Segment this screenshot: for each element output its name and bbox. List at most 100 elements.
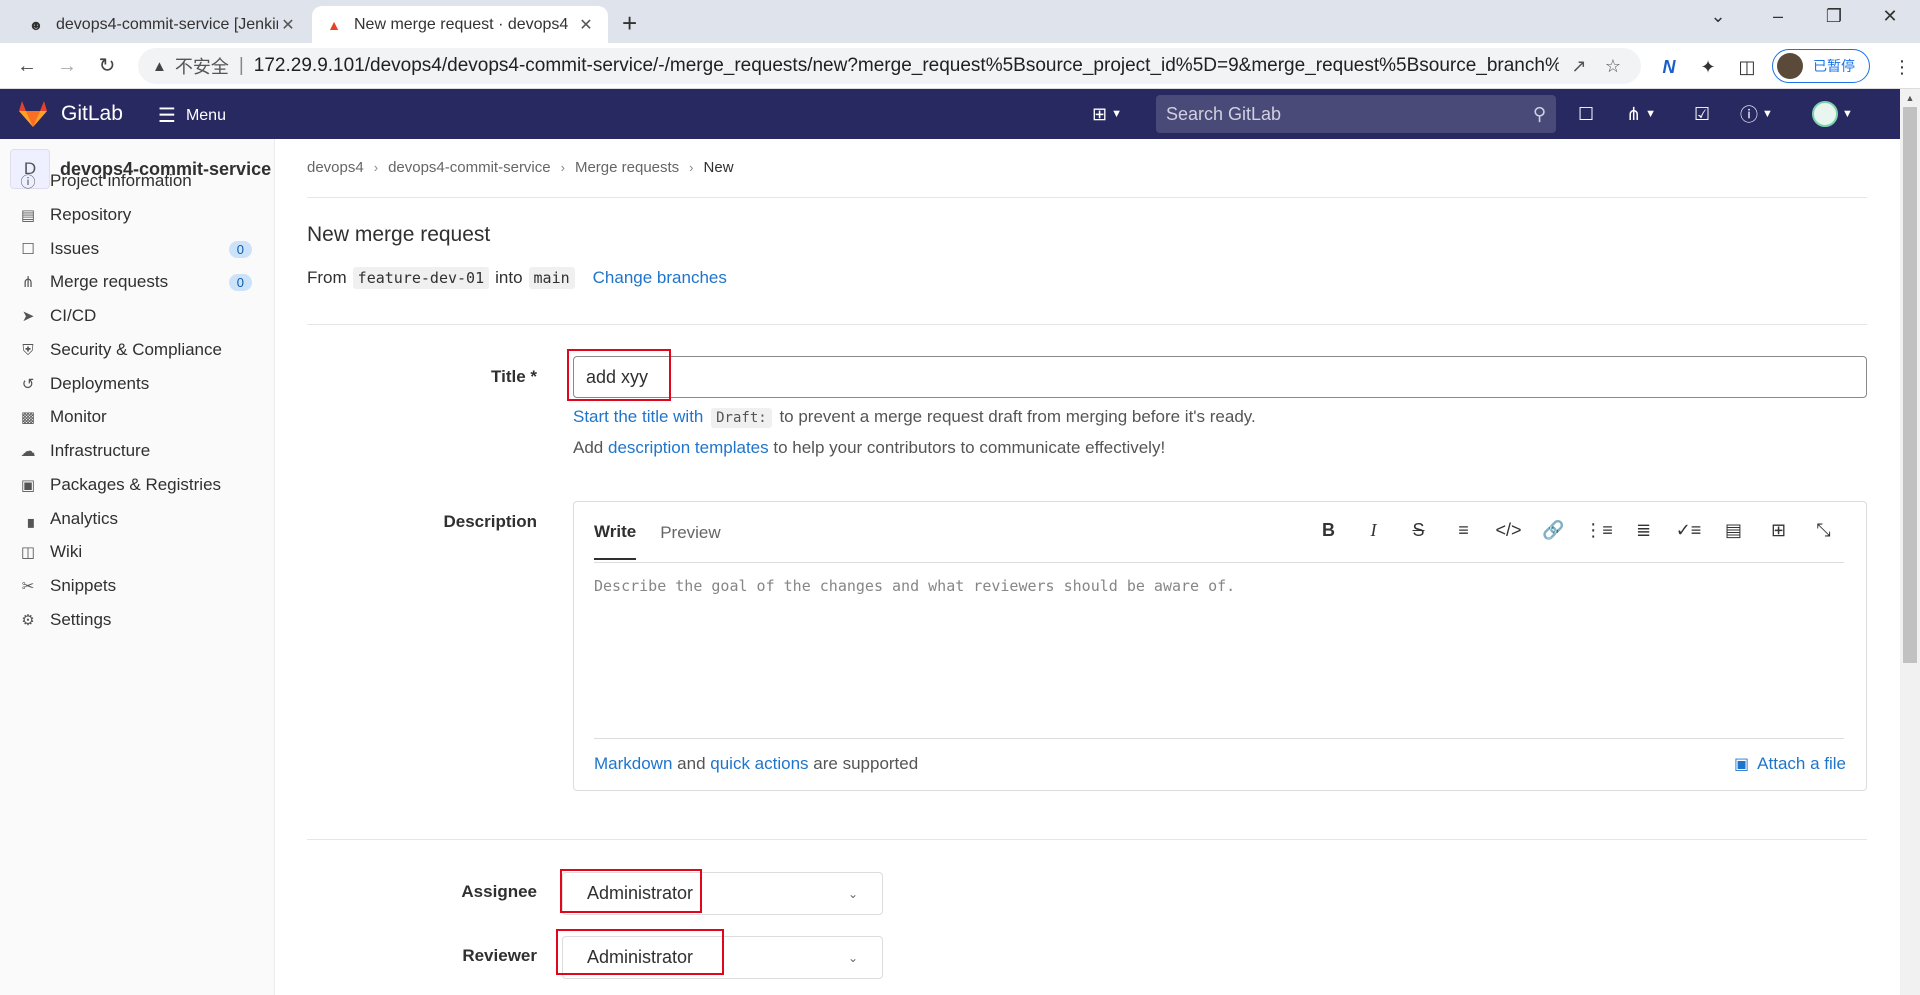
bulleted-list-icon[interactable]: ⋮≡ (1576, 520, 1621, 541)
scroll-up-icon[interactable]: ▲ (1900, 89, 1920, 107)
tab-jenkins[interactable]: ☻ devops4-commit-service [Jenkins] ✕ (14, 6, 310, 43)
restore-icon[interactable]: ❐ (1814, 6, 1854, 27)
package-icon: ▣ (20, 477, 36, 494)
tab-write[interactable]: Write (594, 504, 637, 560)
chevron-right-icon: › (689, 160, 694, 175)
project-sidebar: D devops4-commit-service ⓘ Project inform… (0, 139, 275, 995)
draft-code: Draft: (711, 408, 772, 428)
italic-icon[interactable]: I (1351, 520, 1396, 541)
highlight-box-reviewer (556, 929, 724, 975)
breadcrumb-item[interactable]: Merge requests (575, 159, 679, 176)
jenkins-icon: ☻ (28, 16, 44, 33)
window-close-icon[interactable]: ✕ (1870, 6, 1910, 27)
strikethrough-icon[interactable]: S (1396, 520, 1441, 541)
sidebar-item-monitor[interactable]: ▩ Monitor (18, 402, 258, 432)
quote-icon[interactable]: ≡ (1441, 520, 1486, 541)
sidebar-item-wiki[interactable]: ◫ Wiki (18, 537, 258, 567)
menu-button[interactable]: ☰ Menu (158, 103, 226, 128)
create-new-button[interactable]: ⊞ ▼ (1092, 101, 1122, 127)
help-button[interactable]: ⓘ ▼ (1740, 101, 1773, 127)
puzzle-extensions-icon[interactable]: ✦ (1694, 53, 1722, 81)
sidebar-item-label: Packages & Registries (50, 475, 222, 494)
todos-icon[interactable]: ☑ (1694, 101, 1710, 127)
count-badge: 0 (228, 240, 252, 258)
profile-button[interactable]: 已暂停 (1772, 49, 1870, 83)
warning-icon[interactable]: ▲ (152, 58, 167, 75)
user-menu-button[interactable]: ▼ (1812, 101, 1853, 127)
search-box[interactable]: ⚲ (1156, 95, 1556, 133)
quick-actions-link[interactable]: quick actions (710, 754, 808, 773)
rocket-icon: ➤ (21, 308, 35, 325)
url-text[interactable]: 172.29.9.101/devops4/devops4-commit-serv… (254, 55, 1559, 77)
bold-icon[interactable]: B (1306, 520, 1351, 541)
tab-preview[interactable]: Preview (660, 505, 720, 559)
code-icon[interactable]: </> (1486, 520, 1531, 541)
sidebar-item-infrastructure[interactable]: ☁ Infrastructure (18, 436, 258, 466)
sidebar-item-project-information[interactable]: ⓘ Project information (18, 166, 258, 196)
address-bar: ← → ↻ ▲ 不安全 | 172.29.9.101/devops4/devop… (0, 43, 1920, 89)
sidebar-item-deployments[interactable]: ↺ Deployments (18, 369, 258, 399)
collapsible-section-icon[interactable]: ▤ (1711, 520, 1756, 541)
sidebar-item-settings[interactable]: ⚙ Settings (18, 605, 258, 635)
gitlab-brand[interactable]: GitLab (61, 102, 123, 126)
markdown-link[interactable]: Markdown (594, 754, 672, 773)
hint-add-text: Add (573, 438, 604, 457)
task-list-icon[interactable]: ✓≡ (1666, 520, 1711, 541)
fullscreen-icon[interactable]: ⤡ (1801, 520, 1846, 541)
search-input[interactable] (1166, 103, 1533, 125)
description-templates-link[interactable]: description templates (608, 438, 769, 457)
share-icon[interactable]: ↗ (1565, 56, 1593, 77)
page-title: New merge request (307, 223, 491, 246)
sidebar-item-label: Settings (50, 610, 112, 629)
gitlab-logo-icon[interactable] (18, 100, 48, 128)
extension-n-icon[interactable]: N (1655, 53, 1683, 81)
breadcrumb-item[interactable]: devops4 (307, 159, 364, 176)
draft-hint-link[interactable]: Start the title with (573, 407, 703, 426)
link-icon[interactable]: 🔗 (1531, 520, 1576, 541)
url-omnibox[interactable]: ▲ 不安全 | 172.29.9.101/devops4/devops4-com… (138, 48, 1641, 84)
search-icon[interactable]: ⚲ (1533, 104, 1546, 125)
sidebar-item-security[interactable]: ⛨ Security & Compliance (18, 335, 258, 365)
sidebar-item-issues[interactable]: ☐ Issues 0 (18, 234, 258, 264)
attach-file-button[interactable]: ▣ Attach a file (1734, 754, 1846, 774)
sidebar-item-packages[interactable]: ▣ Packages & Registries (18, 470, 258, 500)
page-scrollbar[interactable]: ▲ (1900, 89, 1920, 995)
insecure-label: 不安全 (174, 57, 229, 77)
numbered-list-icon[interactable]: ≣ (1621, 520, 1666, 541)
markdown-toolbar: B I S ≡ </> 🔗 ⋮≡ ≣ ✓≡ ▤ ⊞ ⤡ (1306, 520, 1846, 541)
highlight-box-assignee (560, 869, 702, 913)
scroll-thumb[interactable] (1903, 107, 1917, 663)
minimize-icon[interactable]: – (1758, 6, 1798, 27)
close-icon[interactable]: ✕ (278, 15, 298, 35)
description-textarea[interactable] (594, 577, 1844, 727)
back-icon[interactable]: ← (12, 51, 42, 81)
merge-requests-top-button[interactable]: ⋔ ▼ (1626, 101, 1656, 127)
sidebar-item-snippets[interactable]: ✂ Snippets (18, 571, 258, 601)
breadcrumb-item[interactable]: devops4-commit-service (388, 159, 551, 176)
help-icon: ⓘ (1740, 105, 1758, 125)
sidebar-item-label: Infrastructure (50, 441, 151, 460)
sidebar-item-label: Monitor (50, 407, 107, 426)
change-branches-link[interactable]: Change branches (593, 268, 727, 288)
sidebar-item-repository[interactable]: ▤ Repository (18, 200, 258, 230)
close-icon[interactable]: ✕ (576, 15, 596, 35)
doc-icon: ▤ (20, 207, 36, 224)
new-tab-icon[interactable]: + (622, 8, 637, 39)
tab-search-icon[interactable]: ⌄ (1698, 6, 1738, 27)
bookmark-star-icon[interactable]: ☆ (1599, 56, 1627, 77)
tab-title: devops4-commit-service [Jenkins] (56, 15, 278, 33)
title-input[interactable] (573, 356, 1867, 398)
reload-icon[interactable]: ↻ (92, 51, 122, 81)
more-menu-icon[interactable]: ⋮ (1888, 53, 1916, 81)
sidepanel-icon[interactable]: ◫ (1733, 53, 1761, 81)
forward-icon[interactable]: → (52, 51, 82, 81)
sidebar-item-analytics[interactable]: ▗ Analytics (18, 504, 258, 534)
scissors-icon: ✂ (21, 578, 35, 595)
sidebar-item-cicd[interactable]: ➤ CI/CD (18, 301, 258, 331)
description-editor: Write Preview B I S ≡ </> 🔗 ⋮≡ ≣ ✓≡ ▤ ⊞ … (573, 501, 1867, 791)
tab-new-merge-request[interactable]: ▲ New merge request · devops4 ✕ (312, 6, 608, 43)
breadcrumb-current[interactable]: New (704, 159, 734, 176)
table-icon[interactable]: ⊞ (1756, 520, 1801, 541)
sidebar-item-merge-requests[interactable]: ⋔ Merge requests 0 (18, 267, 258, 297)
issues-top-icon[interactable]: ☐ (1578, 101, 1594, 127)
